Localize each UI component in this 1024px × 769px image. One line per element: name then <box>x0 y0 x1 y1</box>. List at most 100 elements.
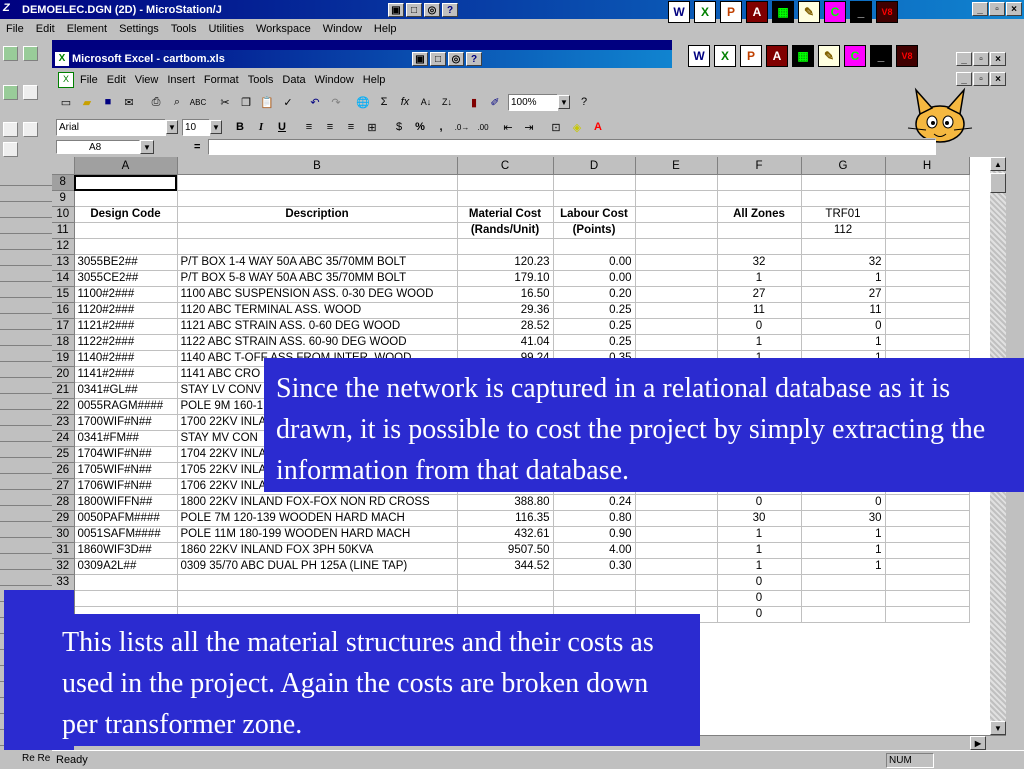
cell-a[interactable] <box>74 590 178 607</box>
cell-b[interactable]: 1860 22KV INLAND FOX 3PH 50KVA <box>177 542 458 559</box>
excel-restore-icon[interactable]: ▫ <box>973 52 989 66</box>
column-header-b[interactable]: B <box>177 157 458 175</box>
cell-c[interactable]: 344.52 <box>457 558 554 575</box>
cell-h[interactable] <box>885 318 970 335</box>
cell-f[interactable]: 0 <box>717 590 802 607</box>
cart-v8-icon[interactable]: V8 <box>876 1 898 23</box>
row-header[interactable]: 14 <box>52 270 75 287</box>
cell-f[interactable]: 1 <box>717 334 802 351</box>
cell-a[interactable]: 1704WIF#N## <box>74 446 178 463</box>
cell-c[interactable]: 388.80 <box>457 494 554 511</box>
spelling-icon[interactable]: ABC <box>188 92 208 112</box>
cell-a[interactable]: 1800WIFFN## <box>74 494 178 511</box>
cell-h[interactable] <box>885 526 970 543</box>
excel-minimize-icon[interactable]: _ <box>956 52 972 66</box>
cell-b[interactable]: 1122 ABC STRAIN ASS. 60-90 DEG WOOD <box>177 334 458 351</box>
cell-g[interactable]: 27 <box>801 286 886 303</box>
cell-h[interactable] <box>885 286 970 303</box>
cell-a[interactable]: 1700WIF#N## <box>74 414 178 431</box>
cell-h[interactable] <box>885 510 970 527</box>
cell-a[interactable]: 1122#2### <box>74 334 178 351</box>
excel-view-single-icon[interactable]: □ <box>430 52 446 66</box>
cell-h[interactable] <box>885 542 970 559</box>
decrease-decimal-icon[interactable]: .00 <box>473 117 493 137</box>
cell-a[interactable]: 1121#2### <box>74 318 178 335</box>
increase-decimal-icon[interactable]: .0→ <box>452 117 472 137</box>
microstation-logo-icon[interactable]: Z <box>3 2 19 18</box>
cell-f[interactable]: 30 <box>717 510 802 527</box>
cell-f[interactable]: 1 <box>717 270 802 287</box>
menu-window[interactable]: Window <box>315 72 354 88</box>
access-icon[interactable]: A <box>746 1 768 23</box>
ms-menu-help[interactable]: Help <box>374 21 397 37</box>
cell-h[interactable] <box>885 254 970 271</box>
cell-h[interactable] <box>885 190 970 207</box>
borders-icon[interactable]: ⊡ <box>546 117 566 137</box>
drawing-icon[interactable]: ✐ <box>485 92 505 112</box>
cell-g[interactable]: 0 <box>801 494 886 511</box>
cell-e[interactable] <box>635 542 718 559</box>
cell-h[interactable] <box>885 558 970 575</box>
cell-f[interactable]: 11 <box>717 302 802 319</box>
cell-g[interactable]: 1 <box>801 542 886 559</box>
cell-b[interactable] <box>177 590 458 607</box>
ms-menu-element[interactable]: Element <box>67 21 107 37</box>
excel-help-icon[interactable]: ? <box>466 52 482 66</box>
cell-e[interactable] <box>635 590 718 607</box>
terminal-icon[interactable]: _ <box>850 1 872 23</box>
cell-b[interactable]: 1100 ABC SUSPENSION ASS. 0-30 DEG WOOD <box>177 286 458 303</box>
cell-a[interactable]: 0341#GL## <box>74 382 178 399</box>
cell-c[interactable]: 9507.50 <box>457 542 554 559</box>
cell-e[interactable] <box>635 494 718 511</box>
formula-input[interactable] <box>208 139 936 155</box>
row-header[interactable]: 16 <box>52 302 75 319</box>
paste-icon[interactable]: 📋 <box>257 92 277 112</box>
hyperlink-icon[interactable]: 🌐 <box>353 92 373 112</box>
sort-descending-icon[interactable]: Z↓ <box>437 92 457 112</box>
cell-h[interactable] <box>885 494 970 511</box>
cell-h[interactable] <box>885 238 970 255</box>
chart-wizard-icon[interactable]: ▮ <box>464 92 484 112</box>
cell-d[interactable]: 0.24 <box>553 494 636 511</box>
zoom-dropdown-icon[interactable]: ▼ <box>558 95 570 109</box>
view-toggle-icon[interactable]: ▣ <box>388 2 404 17</box>
row-header[interactable]: 9 <box>52 190 75 207</box>
underline-icon[interactable]: U <box>272 117 292 137</box>
cell-c[interactable]: 116.35 <box>457 510 554 527</box>
row-header[interactable]: 33 <box>52 574 75 591</box>
cell-h[interactable] <box>885 302 970 319</box>
font-name-dropdown-icon[interactable]: ▼ <box>166 120 178 134</box>
cell-c[interactable]: 41.04 <box>457 334 554 351</box>
cell-h[interactable] <box>885 606 970 623</box>
currency-icon[interactable]: $ <box>389 117 409 137</box>
help-icon[interactable]: ? <box>442 2 458 17</box>
cell-g[interactable] <box>801 174 886 191</box>
cell-g[interactable] <box>801 574 886 591</box>
cell-d[interactable] <box>553 190 636 207</box>
align-center-icon[interactable]: ≡ <box>320 117 340 137</box>
cell-f[interactable]: 1 <box>717 542 802 559</box>
excel-settings-icon[interactable]: ◎ <box>448 52 464 66</box>
decrease-indent-icon[interactable]: ⇤ <box>498 117 518 137</box>
cell-d[interactable] <box>553 574 636 591</box>
cell-c[interactable]: 120.23 <box>457 254 554 271</box>
excel-icon[interactable]: X <box>694 1 716 23</box>
italic-icon[interactable]: I <box>251 117 271 137</box>
cell-a[interactable]: 0341#FM## <box>74 430 178 447</box>
cell-h[interactable] <box>885 206 970 223</box>
cell-c[interactable] <box>457 590 554 607</box>
monitor-icon[interactable]: ▦ <box>772 1 794 23</box>
cell-h[interactable] <box>885 270 970 287</box>
cell-c[interactable]: 28.52 <box>457 318 554 335</box>
cut-icon[interactable]: ✂ <box>215 92 235 112</box>
cell-f[interactable]: 0 <box>717 606 802 623</box>
cell-c[interactable]: (Rands/Unit) <box>457 222 554 239</box>
cell-c[interactable]: 179.10 <box>457 270 554 287</box>
cell-e[interactable] <box>635 206 718 223</box>
row-header[interactable]: 19 <box>52 350 75 367</box>
cell-g[interactable] <box>801 238 886 255</box>
menu-file[interactable]: File <box>80 72 98 88</box>
cell-a[interactable] <box>74 222 178 239</box>
cell-d[interactable]: 4.00 <box>553 542 636 559</box>
comma-icon[interactable]: , <box>431 117 451 137</box>
